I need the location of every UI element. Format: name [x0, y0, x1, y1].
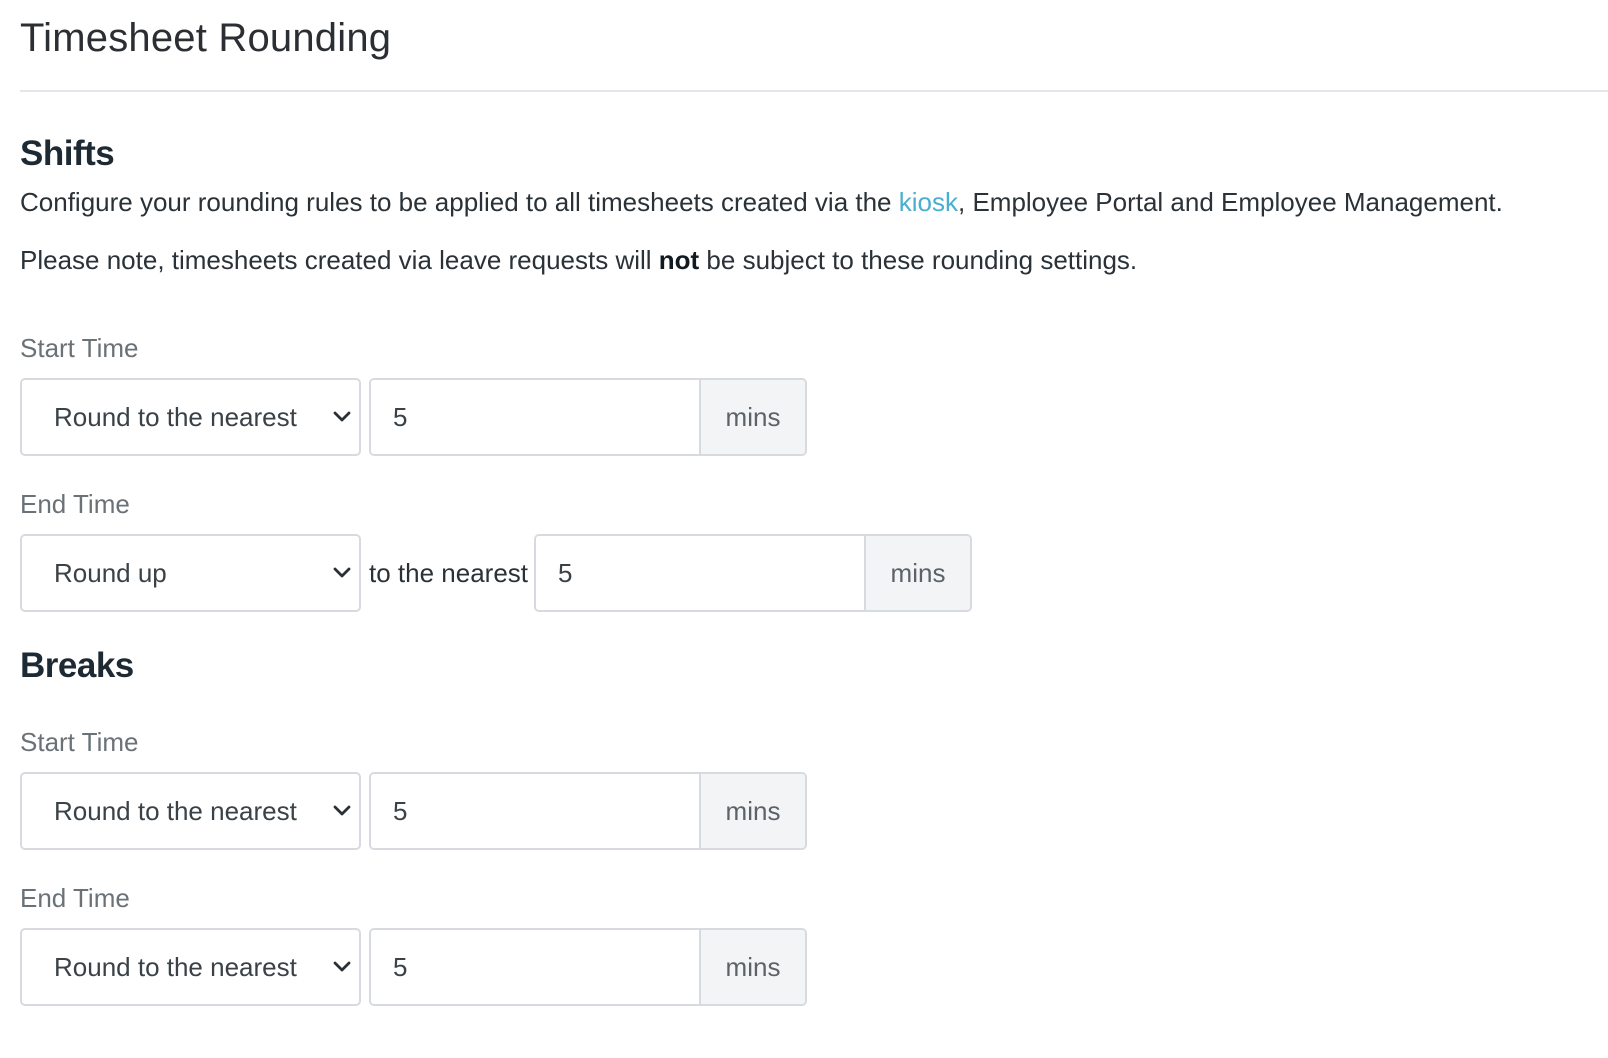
shifts-description: Configure your rounding rules to be appl… — [20, 186, 1503, 218]
shifts-note-text-end: be subject to these rounding settings. — [699, 245, 1138, 275]
shifts-description-text-end: , Employee Portal and Employee Managemen… — [958, 187, 1503, 217]
title-divider — [20, 90, 1608, 92]
break-start-time-row: Round to the nearest mins — [20, 772, 807, 850]
shifts-note: Please note, timesheets created via leav… — [20, 244, 1137, 276]
shift-start-minutes-group: mins — [369, 378, 807, 456]
break-start-time-label: Start Time — [20, 727, 139, 757]
shifts-description-text: Configure your rounding rules to be appl… — [20, 187, 899, 217]
break-start-rounding-select[interactable]: Round to the nearest — [20, 772, 361, 850]
shift-end-rounding-select[interactable]: Round up — [20, 534, 361, 612]
shift-start-rounding-select[interactable]: Round to the nearest — [20, 378, 361, 456]
break-start-minutes-input[interactable] — [371, 774, 699, 848]
chevron-down-icon — [333, 411, 351, 422]
shift-start-rounding-value: Round to the nearest — [54, 402, 297, 432]
shift-end-connector-text: to the nearest — [369, 558, 528, 588]
shift-end-time-row: Round up to the nearest mins — [20, 534, 972, 612]
shift-end-rounding-value: Round up — [54, 558, 167, 588]
shift-end-minutes-group: mins — [534, 534, 972, 612]
page-title: Timesheet Rounding — [20, 16, 392, 60]
shift-end-time-label: End Time — [20, 489, 130, 519]
shifts-heading: Shifts — [20, 134, 115, 173]
chevron-down-icon — [333, 961, 351, 972]
break-end-rounding-select[interactable]: Round to the nearest — [20, 928, 361, 1006]
shifts-note-text: Please note, timesheets created via leav… — [20, 245, 659, 275]
shift-end-minutes-unit: mins — [864, 536, 970, 610]
shift-start-minutes-unit: mins — [699, 380, 805, 454]
kiosk-link[interactable]: kiosk — [899, 187, 958, 217]
shift-start-minutes-input[interactable] — [371, 380, 699, 454]
break-end-minutes-input[interactable] — [371, 930, 699, 1004]
break-end-rounding-value: Round to the nearest — [54, 952, 297, 982]
break-end-time-label: End Time — [20, 883, 130, 913]
shift-end-minutes-input[interactable] — [536, 536, 864, 610]
break-start-minutes-group: mins — [369, 772, 807, 850]
break-end-minutes-unit: mins — [699, 930, 805, 1004]
breaks-heading: Breaks — [20, 646, 134, 685]
shifts-note-emphasis: not — [658, 245, 700, 275]
shift-start-time-label: Start Time — [20, 333, 139, 363]
chevron-down-icon — [333, 567, 351, 578]
shift-start-time-row: Round to the nearest mins — [20, 378, 807, 456]
break-start-minutes-unit: mins — [699, 774, 805, 848]
break-start-rounding-value: Round to the nearest — [54, 796, 297, 826]
break-end-time-row: Round to the nearest mins — [20, 928, 807, 1006]
break-end-minutes-group: mins — [369, 928, 807, 1006]
chevron-down-icon — [333, 805, 351, 816]
